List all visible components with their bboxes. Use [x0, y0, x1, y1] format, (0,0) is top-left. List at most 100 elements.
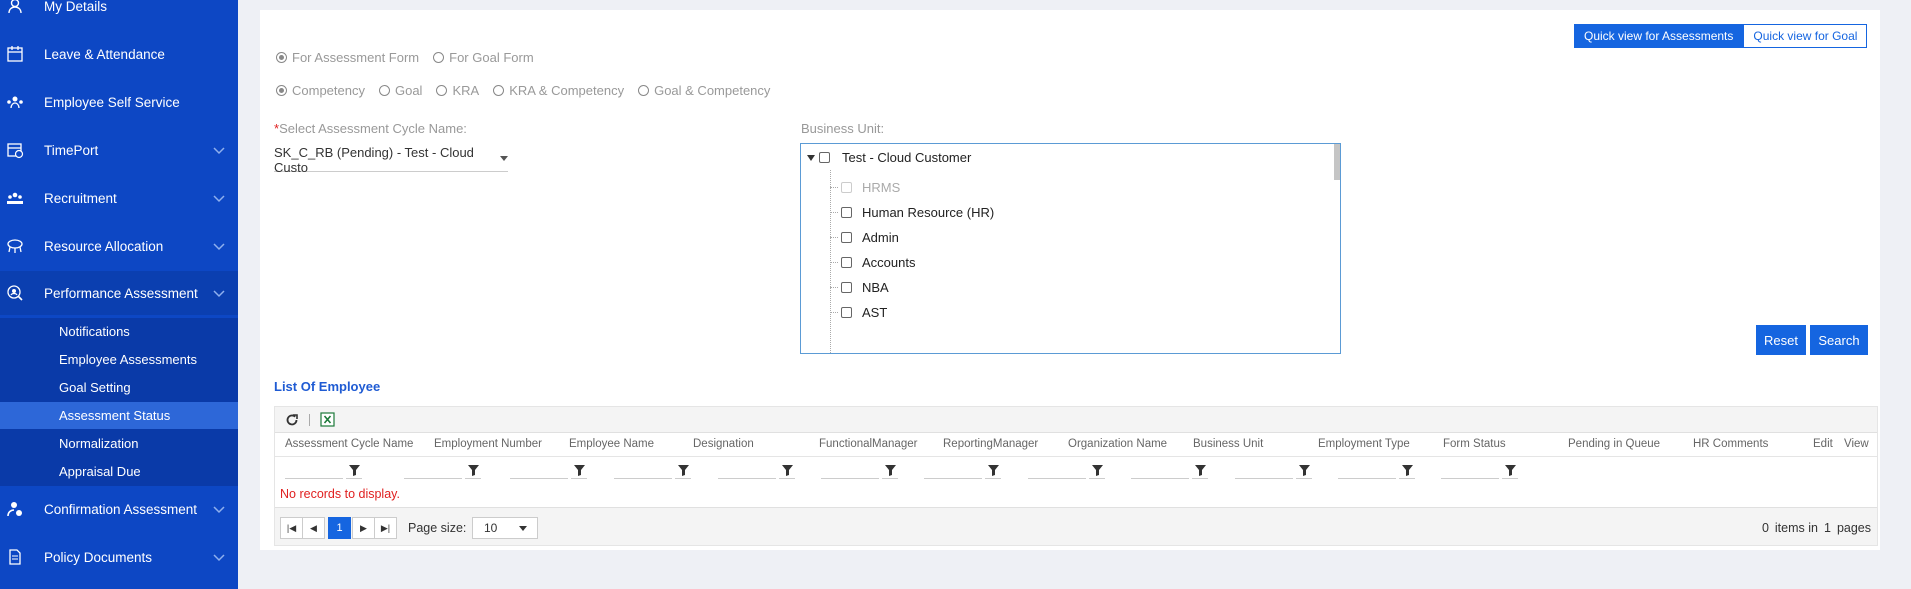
filter-icon[interactable]: [1502, 463, 1518, 479]
column-header[interactable]: View: [1844, 438, 1869, 450]
tree-checkbox[interactable]: [841, 307, 852, 318]
submenu-assessment-status[interactable]: Assessment Status: [0, 402, 238, 429]
column-filter-input[interactable]: [821, 465, 879, 479]
filter-icon[interactable]: [1192, 463, 1208, 479]
tree-checkbox[interactable]: [841, 232, 852, 243]
column-filter-input[interactable]: [510, 465, 568, 479]
column-header[interactable]: ReportingManager: [943, 438, 1038, 450]
column-filter-input[interactable]: [1028, 465, 1086, 479]
nav-resource-allocation[interactable]: Resource Allocation: [0, 224, 238, 268]
tree-node[interactable]: NBA: [830, 280, 889, 295]
tree-root-node[interactable]: Test - Cloud Customer: [807, 150, 971, 165]
column-header[interactable]: FunctionalManager: [819, 438, 917, 450]
filter-icon[interactable]: [675, 463, 691, 479]
radio-kra-competency[interactable]: KRA & Competency: [491, 83, 624, 98]
filter-icon[interactable]: [1089, 463, 1105, 479]
column-filter-input[interactable]: [718, 465, 776, 479]
nav-recruitment[interactable]: Recruitment: [0, 176, 238, 220]
column-filter-input[interactable]: [1338, 465, 1396, 479]
radio-unchecked[interactable]: [493, 85, 505, 96]
tree-checkbox[interactable]: [841, 257, 852, 268]
prev-page-button[interactable]: ◀: [302, 517, 325, 539]
column-filter-input[interactable]: [285, 465, 343, 479]
column-filter-input[interactable]: [404, 465, 462, 479]
filter-icon[interactable]: [346, 463, 362, 479]
filter-icon[interactable]: [1399, 463, 1415, 479]
refresh-icon[interactable]: [285, 413, 299, 427]
column-header[interactable]: Business Unit: [1193, 438, 1263, 450]
column-filter-input[interactable]: [1441, 465, 1499, 479]
radio-unchecked[interactable]: [436, 85, 448, 96]
radio-unchecked[interactable]: [378, 85, 390, 96]
expand-toggle-icon[interactable]: [807, 154, 815, 161]
first-page-button[interactable]: |◀: [280, 517, 303, 539]
filter-icon[interactable]: [1296, 463, 1312, 479]
filter-icon[interactable]: [465, 463, 481, 479]
tree-checkbox[interactable]: [841, 282, 852, 293]
radio-unchecked[interactable]: [638, 85, 650, 96]
chevron-down-icon: [213, 243, 225, 251]
quick-view-goal-button[interactable]: Quick view for Goal: [1743, 24, 1868, 48]
nav-label: Resource Allocation: [44, 238, 164, 254]
tree-node[interactable]: Human Resource (HR): [830, 205, 994, 220]
column-filter-input[interactable]: [1131, 465, 1189, 479]
tree-node[interactable]: Accounts: [830, 255, 915, 270]
radio-kra[interactable]: KRA: [434, 83, 479, 98]
page-size-dropdown[interactable]: 10: [472, 517, 538, 539]
tree-checkbox[interactable]: [841, 207, 852, 218]
column-header[interactable]: Designation: [693, 438, 754, 450]
sidebar: My Details Leave & Attendance Employee S…: [0, 0, 238, 589]
column-filter-input[interactable]: [1235, 465, 1293, 479]
tree-scrollbar[interactable]: [1334, 144, 1340, 180]
submenu-notifications[interactable]: Notifications: [0, 318, 238, 345]
filter-icon[interactable]: [571, 463, 587, 479]
nav-performance-assessment[interactable]: Performance Assessment: [0, 271, 238, 315]
last-page-button[interactable]: ▶|: [374, 517, 397, 539]
column-header[interactable]: Employment Number: [434, 438, 542, 450]
filter-icon[interactable]: [985, 463, 1001, 479]
tree-node-label: AST: [862, 305, 888, 320]
column-header[interactable]: Employee Name: [569, 438, 654, 450]
column-filter-input[interactable]: [614, 465, 672, 479]
tree-node[interactable]: AST: [830, 305, 887, 320]
page-number-button[interactable]: 1: [328, 517, 351, 539]
column-header[interactable]: HR Comments: [1693, 438, 1768, 450]
radio-competency[interactable]: Competency: [274, 83, 365, 98]
nav-confirmation-assessment[interactable]: Confirmation Assessment: [0, 487, 238, 531]
column-header[interactable]: Organization Name: [1068, 438, 1167, 450]
column-header[interactable]: Form Status: [1443, 438, 1506, 450]
submenu-appraisal-due[interactable]: Appraisal Due: [0, 458, 238, 485]
nav-leave-attendance[interactable]: Leave & Attendance: [0, 32, 238, 76]
next-page-button[interactable]: ▶: [352, 517, 375, 539]
quick-view-assessments-button[interactable]: Quick view for Assessments: [1574, 24, 1744, 48]
radio-goal[interactable]: Goal: [377, 83, 422, 98]
radio-goal-form[interactable]: For Goal Form: [431, 50, 534, 65]
submenu-goal-setting[interactable]: Goal Setting: [0, 374, 238, 401]
submenu-normalization[interactable]: Normalization: [0, 430, 238, 457]
radio-unchecked[interactable]: [433, 52, 445, 63]
nav-label: Policy Documents: [44, 549, 153, 565]
column-header[interactable]: Pending in Queue: [1568, 438, 1660, 450]
tree-checkbox[interactable]: [819, 152, 830, 163]
radio-goal-competency[interactable]: Goal & Competency: [636, 83, 770, 98]
nav-my-details[interactable]: My Details: [0, 0, 238, 28]
radio-checked[interactable]: [276, 85, 287, 96]
radio-assessment-form[interactable]: For Assessment Form: [274, 50, 419, 65]
radio-checked[interactable]: [276, 52, 287, 63]
column-filter-input[interactable]: [924, 465, 982, 479]
filter-icon[interactable]: [882, 463, 898, 479]
assessment-cycle-dropdown[interactable]: SK_C_RB (Pending) - Test - Cloud Custo: [274, 145, 508, 175]
search-button[interactable]: Search: [1810, 325, 1868, 355]
column-header[interactable]: Employment Type: [1318, 438, 1410, 450]
reset-button[interactable]: Reset: [1756, 325, 1806, 355]
filter-icon[interactable]: [779, 463, 795, 479]
submenu-employee-assessments[interactable]: Employee Assessments: [0, 346, 238, 373]
nav-policy-documents[interactable]: Policy Documents: [0, 535, 238, 579]
tree-node[interactable]: Admin: [830, 230, 899, 245]
excel-export-icon[interactable]: [320, 412, 335, 427]
nav-employee-self-service[interactable]: Employee Self Service: [0, 80, 238, 124]
business-unit-tree[interactable]: Test - Cloud Customer HRMS Human Resourc…: [800, 143, 1341, 354]
nav-timeport[interactable]: TimePort: [0, 128, 238, 172]
column-header[interactable]: Edit: [1813, 438, 1833, 450]
column-header[interactable]: Assessment Cycle Name: [285, 438, 413, 450]
